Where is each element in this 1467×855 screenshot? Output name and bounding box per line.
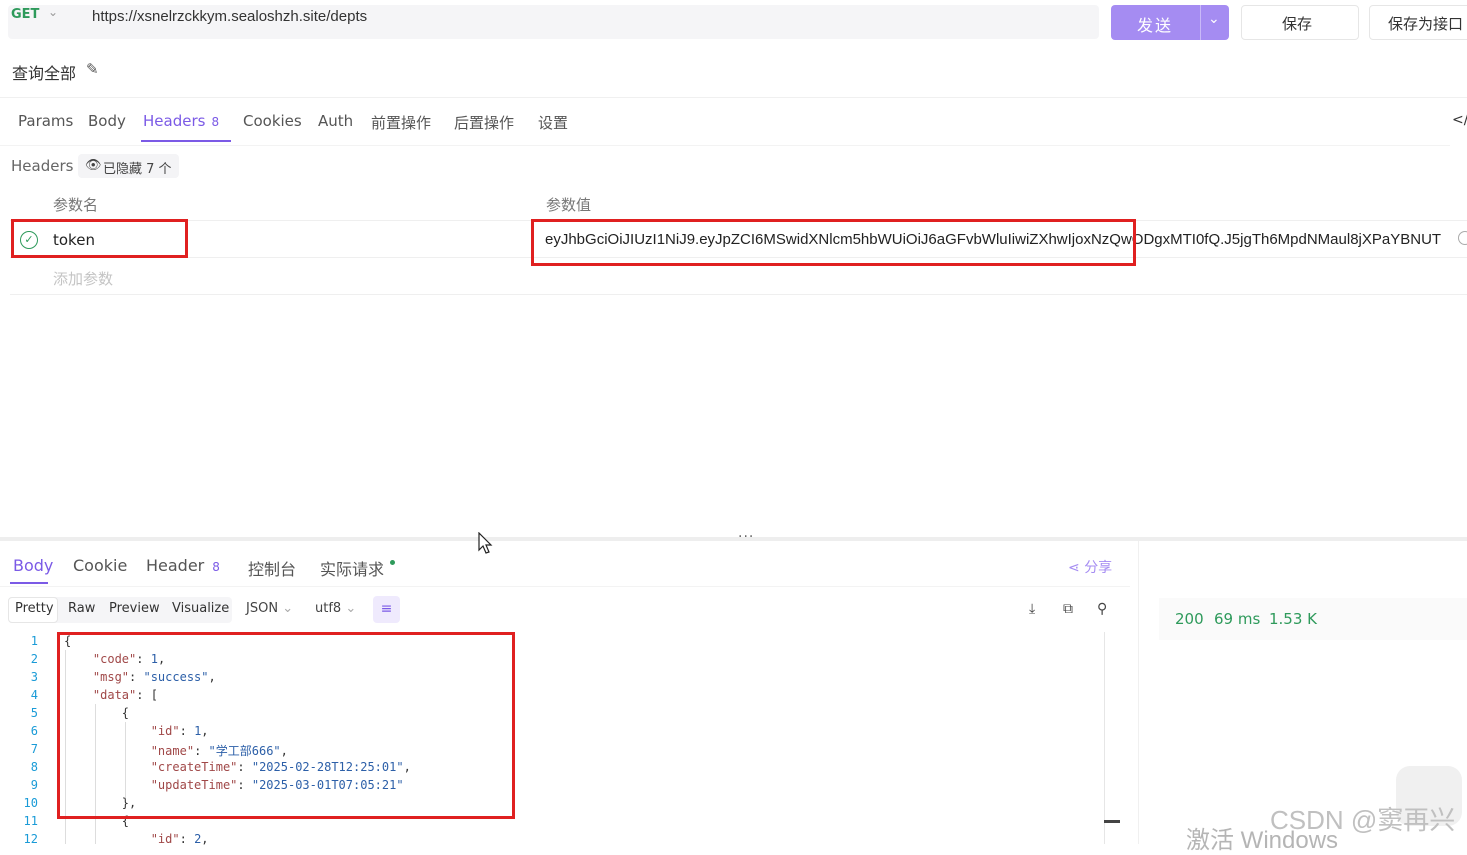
url-input[interactable]: https://xsnelrzckkym.sealoshzh.site/dept… — [92, 8, 367, 25]
mouse-cursor-icon — [478, 531, 494, 560]
chevron-down-icon[interactable]: ⌄ — [48, 5, 58, 19]
line-number: 6 — [30, 724, 38, 738]
copy-icon[interactable]: ⧉ — [1063, 601, 1073, 617]
tab-params[interactable]: Params — [18, 112, 73, 130]
hidden-count: 已隐藏 7 个 — [103, 162, 172, 177]
tab-auth[interactable]: Auth — [318, 112, 353, 130]
line-number: 3 — [30, 670, 38, 684]
line-number: 11 — [23, 814, 38, 828]
highlight-box — [11, 219, 188, 258]
method-select[interactable]: GET — [11, 7, 39, 22]
hidden-headers-toggle[interactable]: 👁 已隐藏 7 个 — [78, 154, 179, 178]
share-label: 分享 — [1084, 560, 1113, 576]
status-code: 200 — [1175, 610, 1204, 628]
tab-label: Header — [146, 556, 205, 575]
divider — [0, 97, 1467, 98]
column-header-name: 参数名 — [53, 196, 99, 214]
chevron-down-icon[interactable]: ⌄ — [1208, 11, 1220, 27]
send-button[interactable]: 发送 ⌄ — [1111, 5, 1229, 40]
download-icon[interactable]: ⤓ — [1029, 601, 1035, 617]
tab-label: Cookie — [73, 556, 128, 575]
tab-label: Headers — [143, 112, 206, 130]
tab-badge: 8 — [211, 115, 220, 129]
tab-body[interactable]: Body — [88, 112, 126, 130]
tab-label: 后置操作 — [454, 114, 515, 132]
scrollbar-track[interactable] — [1104, 632, 1105, 844]
tab-post-script[interactable]: 后置操作 — [454, 112, 514, 133]
code-icon[interactable]: </ — [1452, 112, 1467, 128]
line-number: 10 — [23, 796, 38, 810]
type-select[interactable]: JSON ⌄ — [246, 601, 293, 616]
format-tab-pretty[interactable]: Pretty — [15, 601, 54, 616]
line-number: 2 — [30, 652, 38, 666]
response-size: 1.53 K — [1269, 610, 1318, 628]
request-name[interactable]: 查询全部 — [12, 60, 76, 84]
encoding-select[interactable]: utf8 ⌄ — [315, 601, 356, 616]
drag-handle-icon[interactable]: ··· — [738, 529, 754, 545]
tab-label: Body — [13, 556, 54, 575]
tab-label: 前置操作 — [371, 114, 432, 132]
status-dot — [390, 560, 396, 565]
type-value: JSON — [246, 601, 279, 616]
tab-label: Cookies — [243, 112, 302, 130]
column-header-value: 参数值 — [546, 196, 592, 214]
share-icon: ⋖ — [1068, 560, 1080, 576]
panel-divider — [1138, 541, 1139, 844]
tab-console[interactable]: 控制台 — [248, 556, 296, 580]
send-divider — [1200, 5, 1201, 40]
scrollbar-thumb[interactable] — [1104, 820, 1120, 823]
tab-response-cookie[interactable]: Cookie — [73, 556, 127, 575]
line-number: 4 — [30, 688, 38, 702]
edit-icon[interactable]: ✎ — [86, 60, 99, 78]
tab-cookies[interactable]: Cookies — [243, 112, 302, 130]
response-time: 69 ms — [1214, 610, 1261, 628]
highlight-box — [57, 632, 515, 819]
encoding-value: utf8 — [315, 601, 342, 616]
headers-label: Headers — [11, 157, 74, 175]
share-button[interactable]: ⋖ 分享 — [1068, 557, 1112, 577]
format-tab-visualize[interactable]: Visualize — [172, 601, 229, 616]
tab-label: Auth — [318, 112, 354, 130]
tab-label: Body — [88, 112, 126, 130]
tab-response-body[interactable]: Body — [13, 556, 53, 575]
tab-badge: 8 — [212, 560, 220, 574]
tab-pre-script[interactable]: 前置操作 — [371, 112, 431, 133]
line-number: 8 — [30, 760, 38, 774]
tab-headers[interactable]: Headers 8 — [143, 112, 219, 130]
remove-icon[interactable] — [1458, 231, 1467, 245]
tab-label: 控制台 — [248, 560, 297, 579]
wrap-lines-icon[interactable]: ≡ — [373, 596, 400, 623]
format-tab-raw[interactable]: Raw — [68, 601, 95, 616]
line-number: 1 — [30, 634, 38, 648]
save-as-button[interactable]: 保存为接口 — [1369, 5, 1467, 40]
divider — [0, 586, 1130, 587]
tab-actual-request[interactable]: 实际请求 — [320, 556, 396, 580]
line-number: 5 — [30, 706, 38, 720]
csdn-watermark: CSDN @窦再兴 — [1270, 805, 1456, 835]
eye-icon: 👁 — [85, 158, 102, 173]
save-label: 保存 — [1282, 15, 1313, 33]
highlight-box — [531, 219, 1136, 266]
send-label: 发送 — [1137, 16, 1174, 35]
line-number: 9 — [30, 778, 38, 792]
response-status-panel: 200 69 ms 1.53 K — [1159, 598, 1467, 640]
tab-label: 实际请求 — [320, 560, 385, 579]
chevron-down-icon: ⌄ — [345, 601, 357, 616]
tab-response-header[interactable]: Header 8 — [146, 556, 220, 575]
tab-label: Params — [18, 112, 74, 130]
add-param-input[interactable]: 添加参数 — [53, 268, 113, 289]
pane-splitter[interactable] — [0, 537, 1467, 541]
divider — [0, 145, 1450, 146]
chevron-down-icon: ⌄ — [282, 601, 294, 616]
format-tab-preview[interactable]: Preview — [109, 601, 160, 616]
save-button[interactable]: 保存 — [1241, 5, 1359, 40]
tab-settings[interactable]: 设置 — [538, 112, 568, 133]
search-icon[interactable]: ⚲ — [1097, 601, 1107, 617]
active-tab-indicator — [141, 140, 231, 142]
row-divider — [10, 294, 1467, 295]
save-as-label: 保存为接口 — [1388, 15, 1464, 33]
active-tab-indicator — [10, 582, 48, 584]
line-number: 7 — [30, 742, 38, 756]
tab-label: 设置 — [538, 114, 569, 132]
